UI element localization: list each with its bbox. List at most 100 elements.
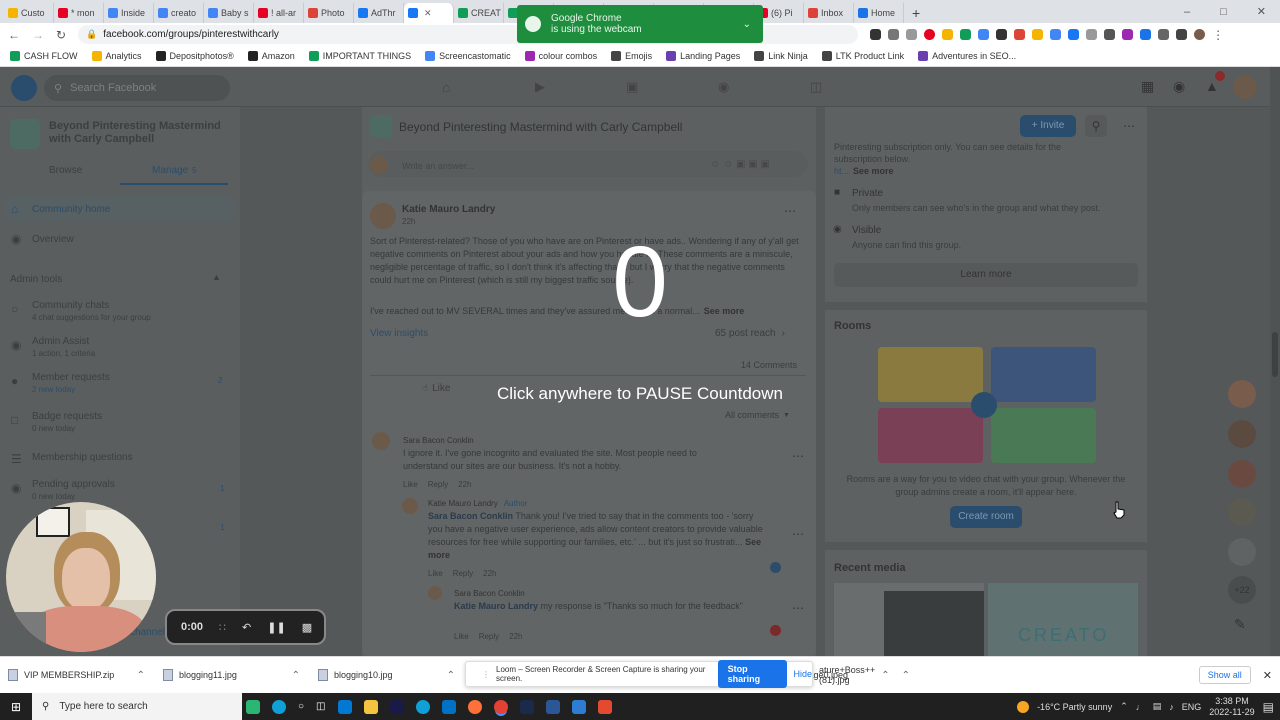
contact-avatar[interactable] [1228, 538, 1256, 566]
file-explorer-icon[interactable] [363, 699, 378, 714]
task-view-icon[interactable]: ○ [298, 701, 304, 712]
account-avatar[interactable] [1233, 75, 1257, 99]
reload-icon[interactable]: ↻ [56, 28, 66, 42]
bookmark-item[interactable]: Landing Pages [666, 51, 740, 61]
browser-tab[interactable]: CREAT [454, 3, 504, 23]
language-indicator[interactable]: ENG [1182, 702, 1202, 712]
browser-tab[interactable]: AdThr [354, 3, 404, 23]
video-icon[interactable]: ▶ [535, 79, 545, 95]
minimize-icon[interactable]: – [1184, 6, 1190, 18]
more-icon[interactable]: ⋯ [1123, 119, 1135, 133]
extension-icon[interactable] [1140, 29, 1152, 40]
webcam-bubble[interactable] [6, 502, 156, 652]
star-icon[interactable] [906, 29, 918, 40]
facebook-logo[interactable] [11, 75, 37, 101]
app-icon[interactable] [389, 699, 404, 714]
clock[interactable]: 3:38 PM 2022-11-29 [1209, 696, 1254, 718]
browser-tab[interactable]: creato [154, 3, 204, 23]
browser-tab[interactable]: Inbox [804, 3, 854, 23]
all-comments-filter[interactable]: All comments ▼ [725, 410, 790, 420]
extension-icon[interactable] [1032, 29, 1044, 40]
bookmark-item[interactable]: Emojis [611, 51, 652, 61]
store-icon[interactable] [337, 699, 352, 714]
bookmark-item[interactable]: Analytics [91, 51, 142, 61]
create-room-button[interactable]: Create room [950, 506, 1022, 528]
comment-author[interactable]: Sara Bacon Conklin [403, 436, 474, 445]
bookmark-item[interactable]: Screencastomatic [425, 51, 511, 61]
contact-avatar[interactable] [1228, 460, 1256, 488]
tab-manage[interactable]: Manage 5 [152, 165, 197, 176]
browser-tab[interactable]: Baby s [204, 3, 254, 23]
windows-start-icon[interactable]: ⊞ [0, 700, 32, 714]
facebook-search-input[interactable]: ⚲ Search Facebook [44, 75, 230, 101]
post-author[interactable]: Katie Mauro Landry [402, 204, 495, 215]
browser-tab[interactable]: Photo [304, 3, 354, 23]
sidebar-item-badge-requests[interactable]: Badge requests [32, 411, 102, 422]
browser-tab[interactable]: ✕ [404, 3, 454, 23]
chevron-up-icon[interactable]: ⌃ [1120, 701, 1128, 712]
new-tab-icon[interactable]: + [912, 5, 920, 21]
comment-reply-button[interactable]: Reply [428, 480, 448, 489]
sidebar-item-pending-approvals[interactable]: Pending approvals [32, 479, 115, 490]
close-icon[interactable]: ✕ [1257, 5, 1266, 18]
download-item[interactable]: VIP MEMBERSHIP.zip ⌃ [0, 657, 155, 694]
browser-tab[interactable]: Inside [104, 3, 154, 23]
comment-avatar[interactable] [428, 586, 442, 600]
app-icon[interactable] [571, 699, 586, 714]
sidebar-item-member-requests[interactable]: Member requests [32, 372, 110, 383]
extension-icon[interactable] [1014, 29, 1026, 40]
bookmark-item[interactable]: CASH FLOW [10, 51, 78, 61]
chevron-down-icon[interactable]: ⌄ [743, 19, 751, 30]
edge-icon[interactable] [415, 699, 430, 714]
volume-icon[interactable]: ♩ [1136, 702, 1145, 712]
app-icon[interactable] [597, 699, 612, 714]
drag-handle-icon[interactable]: ⋮ [482, 670, 490, 679]
chrome-icon[interactable] [493, 699, 508, 714]
share-icon[interactable] [888, 29, 900, 40]
contact-avatar[interactable] [1228, 420, 1256, 448]
pause-countdown-message[interactable]: Click anywhere to PAUSE Countdown [0, 384, 1280, 404]
menu-grid-icon[interactable]: ▦ [1141, 78, 1154, 95]
bookmark-item[interactable]: Depositphotos® [155, 51, 234, 61]
more-icon[interactable]: ⋯ [792, 449, 804, 463]
mention-link[interactable]: Sara Bacon Conklin [428, 511, 513, 521]
pause-icon[interactable]: ❚❚ [267, 621, 285, 634]
search-icon[interactable]: ⚲ [1085, 115, 1107, 137]
drag-handle-icon[interactable]: ∷ [219, 621, 226, 634]
comments-count[interactable]: 14 Comments [741, 360, 797, 370]
more-icon[interactable]: ⋯ [784, 204, 796, 218]
invite-button[interactable]: + Invite [1020, 115, 1076, 137]
browser-tab[interactable]: Custo [4, 3, 54, 23]
bookmark-item[interactable]: Amazon [247, 51, 295, 61]
more-icon[interactable]: ⋯ [792, 601, 804, 615]
profile-avatar[interactable] [1194, 29, 1206, 40]
more-contacts[interactable]: +22 [1228, 576, 1256, 604]
extension-icon[interactable] [1122, 29, 1134, 40]
about-link[interactable]: ht... [834, 166, 849, 176]
gaming-icon[interactable]: ◫ [810, 79, 822, 95]
feed-header-title[interactable]: Beyond Pinteresting Mastermind with Carl… [399, 120, 682, 134]
browser-tab[interactable]: Home [854, 3, 904, 23]
comment-avatar[interactable] [402, 498, 418, 514]
bookmark-item[interactable]: colour combos [524, 51, 597, 61]
word-icon[interactable] [545, 699, 560, 714]
comment-avatar[interactable] [372, 432, 390, 450]
camera-icon[interactable] [870, 29, 882, 40]
chevron-up-icon[interactable]: ⌃ [137, 670, 145, 681]
comment-like-button[interactable]: Like [428, 569, 443, 578]
facebook-icon[interactable] [1068, 29, 1080, 40]
stop-sharing-button[interactable]: Stop sharing [717, 660, 788, 688]
weather-text[interactable]: -16°C Partly sunny [1037, 702, 1112, 712]
answer-input[interactable]: Write an answer... [402, 161, 474, 171]
back-icon[interactable]: ← [8, 28, 20, 42]
bookmark-item[interactable]: Adventures in SEO... [918, 51, 1016, 61]
media-thumbnail[interactable] [834, 583, 984, 656]
home-icon[interactable]: ⌂ [442, 79, 450, 95]
browser-tab[interactable]: * mon [54, 3, 104, 23]
more-icon[interactable]: ⋯ [792, 527, 804, 541]
tab-browse[interactable]: Browse [49, 165, 82, 176]
marketplace-icon[interactable]: ▣ [626, 79, 638, 95]
firefox-icon[interactable] [467, 699, 482, 714]
widgets-icon[interactable] [246, 699, 260, 714]
maximize-icon[interactable]: □ [1220, 6, 1227, 18]
